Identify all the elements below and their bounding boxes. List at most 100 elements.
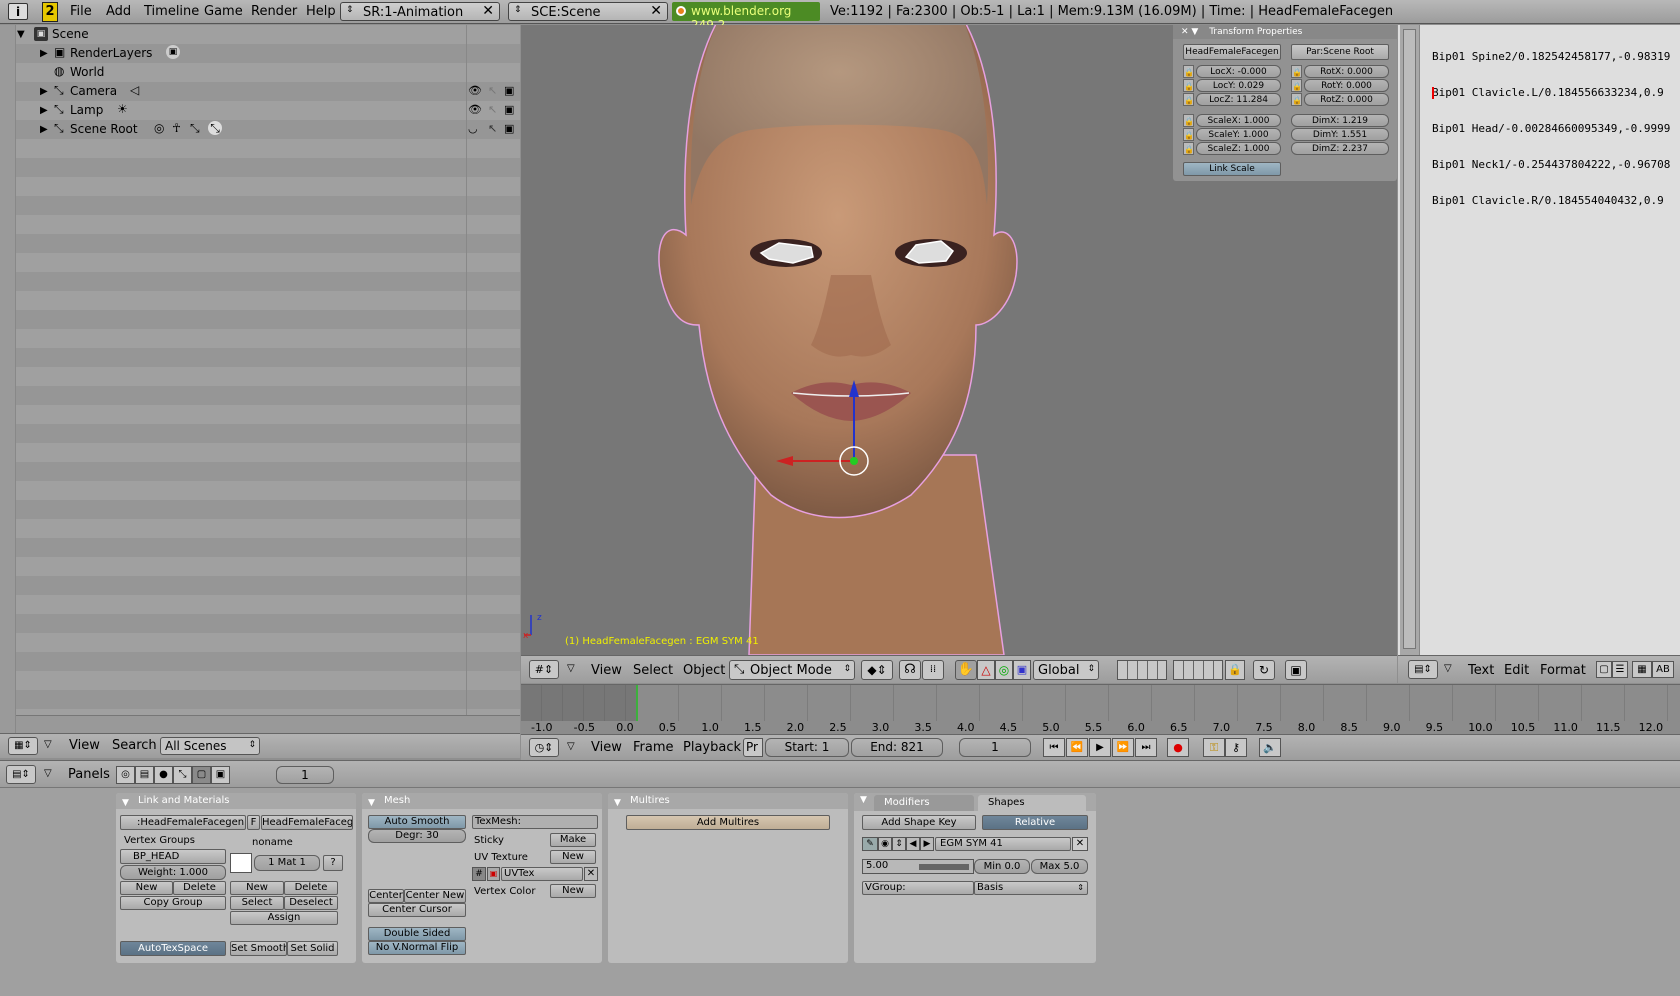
collapse-triangle-icon[interactable]: ▼	[860, 795, 867, 805]
material-deselect-button[interactable]: Deselect	[284, 896, 338, 910]
texmesh-field[interactable]: TexMesh:	[472, 815, 598, 829]
expand-triangle-icon[interactable]: ▶	[40, 85, 48, 99]
prev-keyframe-icon[interactable]: ⏪	[1066, 738, 1088, 757]
pin-icon[interactable]: ✎	[862, 837, 878, 851]
jump-start-icon[interactable]: ⏮	[1043, 738, 1065, 757]
outliner-scrollbar[interactable]	[16, 715, 520, 733]
cursor-select-icon[interactable]: ↖	[488, 122, 497, 136]
syntax-ab-button[interactable]: AB	[1652, 661, 1674, 678]
editor-type-icon[interactable]: ◷⇕	[529, 738, 559, 757]
set-solid-button[interactable]: Set Solid	[287, 941, 338, 956]
context-logic-icon[interactable]: ◎	[116, 766, 135, 784]
timeline-menu-playback[interactable]: Playback	[683, 740, 741, 755]
material-color-swatch[interactable]	[230, 853, 252, 873]
close-icon[interactable]: ✕	[584, 867, 598, 881]
uv-texture-new-button[interactable]: New	[550, 850, 596, 864]
outliner-item-world[interactable]: World	[70, 65, 104, 79]
rotz-field[interactable]: RotZ: 0.000	[1304, 93, 1389, 106]
ogl-render-icon[interactable]: ↻	[1253, 660, 1275, 680]
expand-triangle-icon[interactable]: ▶	[40, 47, 48, 61]
lock-icon[interactable]: 🔒	[1225, 660, 1245, 680]
vertex-group-select[interactable]: BP_HEAD	[120, 849, 226, 864]
viewport-menu-view[interactable]: View	[591, 663, 622, 678]
next-keyframe-icon[interactable]: ⏩	[1112, 738, 1134, 757]
center-cursor-button[interactable]: Center Cursor	[368, 903, 466, 917]
parent-field[interactable]: Par:Scene Root	[1291, 44, 1389, 60]
collapse-triangle-icon[interactable]: ▽	[44, 739, 52, 750]
auto-smooth-toggle[interactable]: Auto Smooth	[368, 815, 466, 829]
material-help-button[interactable]: ?	[323, 855, 343, 871]
mode-select[interactable]: ⤡ Object Mode ⇕	[729, 660, 855, 680]
tab-modifiers[interactable]: Modifiers	[874, 795, 974, 811]
shape-value-slider[interactable]: 5.00	[862, 859, 974, 874]
render-image-icon[interactable]: ▣	[1285, 660, 1307, 680]
shape-edit-icon[interactable]: ◉	[878, 837, 892, 851]
line-numbers-icon[interactable]: ☰	[1612, 661, 1628, 678]
scalex-field[interactable]: ScaleX: 1.000	[1196, 114, 1281, 127]
word-wrap-icon[interactable]: ▦	[1632, 661, 1652, 678]
material-delete-button[interactable]: Delete	[284, 881, 338, 895]
lock-icon[interactable]: 🔒	[1183, 65, 1194, 78]
context-object-icon[interactable]: ⤡	[173, 766, 192, 784]
current-frame-line[interactable]	[636, 685, 638, 721]
render-icon[interactable]: ▣	[504, 103, 514, 117]
lock-icon[interactable]: 🔒	[1183, 114, 1194, 127]
scaley-field[interactable]: ScaleY: 1.000	[1196, 128, 1281, 141]
text-menu-edit[interactable]: Edit	[1504, 663, 1529, 678]
text-menu-format[interactable]: Format	[1540, 663, 1586, 678]
fullscreen-icon[interactable]: ▢	[1596, 661, 1612, 678]
double-sided-toggle[interactable]: Double Sided	[368, 927, 466, 941]
collapse-triangle-icon[interactable]: ▽	[44, 768, 52, 779]
vgroup-field[interactable]: VGroup:	[862, 881, 974, 895]
outliner-item-renderlayers[interactable]: RenderLayers	[70, 46, 152, 60]
uvtex-name-field[interactable]: UVTex	[501, 867, 583, 881]
lock-icon[interactable]: 🔒	[1291, 65, 1302, 78]
editor-type-icon[interactable]: ▤⇕	[1408, 660, 1438, 679]
current-frame-field[interactable]: 1	[959, 738, 1031, 757]
fake-user-toggle[interactable]: F	[247, 815, 260, 830]
info-icon[interactable]: i	[8, 3, 28, 20]
buttons-frame-field[interactable]: 1	[276, 766, 334, 784]
text-editor[interactable]: Bip01 Spine2/0.182542458177,-0.98319 Bip…	[1398, 25, 1680, 655]
close-icon[interactable]: ✕	[1072, 837, 1088, 851]
autotexspace-toggle[interactable]: AutoTexSpace	[120, 941, 226, 956]
collapse-triangle-icon[interactable]: ▽	[567, 663, 575, 674]
relative-toggle[interactable]: Relative	[982, 815, 1088, 830]
degr-field[interactable]: Degr: 30	[368, 829, 466, 843]
play-icon[interactable]: ▶	[1089, 738, 1111, 757]
editor-type-icon[interactable]: #⇕	[529, 660, 559, 679]
context-editing-icon[interactable]: ▢	[192, 766, 211, 784]
collapse-triangle-icon[interactable]: ▼	[614, 795, 621, 811]
render-icon[interactable]: ▣	[504, 84, 514, 98]
expand-triangle-icon[interactable]: ▶	[40, 123, 48, 137]
mesh-datablock-field[interactable]: :HeadFemaleFacegen	[120, 815, 246, 830]
eye-icon[interactable]: 👁	[468, 84, 482, 98]
eye-closed-icon[interactable]: ◡	[468, 122, 478, 136]
uv-layer-icon[interactable]: #	[472, 867, 486, 881]
outliner-item-scene-root[interactable]: Scene Root	[70, 122, 138, 136]
roty-field[interactable]: RotY: 0.000	[1304, 79, 1389, 92]
no-vnormal-flip-toggle[interactable]: No V.Normal Flip	[368, 941, 466, 955]
viewport-menu-object[interactable]: Object	[683, 663, 725, 678]
locy-field[interactable]: LocY: 0.029	[1196, 79, 1281, 92]
shape-left-icon[interactable]: ◀	[906, 837, 920, 851]
dimz-field[interactable]: DimZ: 2.237	[1291, 142, 1389, 155]
keying-set-icon[interactable]: ⚿	[1203, 738, 1225, 757]
locx-field[interactable]: LocX: -0.000	[1196, 65, 1281, 78]
object-name-field[interactable]: HeadFemaleFacegen	[1183, 44, 1281, 60]
lock-icon[interactable]: 🔒	[1183, 142, 1194, 155]
orientation-select[interactable]: Global ⇕	[1033, 660, 1099, 680]
viewport-menu-select[interactable]: Select	[633, 663, 673, 678]
locz-field[interactable]: LocZ: 11.284	[1196, 93, 1281, 106]
vgroup-new-button[interactable]: New	[120, 881, 173, 895]
outliner-filter-select[interactable]: All Scenes ⇕	[160, 737, 260, 755]
material-select-button[interactable]: Select	[230, 896, 284, 910]
close-icon[interactable]: ✕	[650, 3, 662, 19]
menu-add[interactable]: Add	[106, 4, 131, 19]
screen-selector[interactable]: ⇕ SR:1-Animation ✕	[340, 2, 500, 21]
preview-range-toggle[interactable]: Pr	[743, 738, 763, 757]
multires-header[interactable]: ▼ Multires	[608, 793, 848, 809]
start-frame-field[interactable]: Start: 1	[765, 738, 849, 757]
eye-icon[interactable]: 👁	[468, 103, 482, 117]
scalez-field[interactable]: ScaleZ: 1.000	[1196, 142, 1281, 155]
